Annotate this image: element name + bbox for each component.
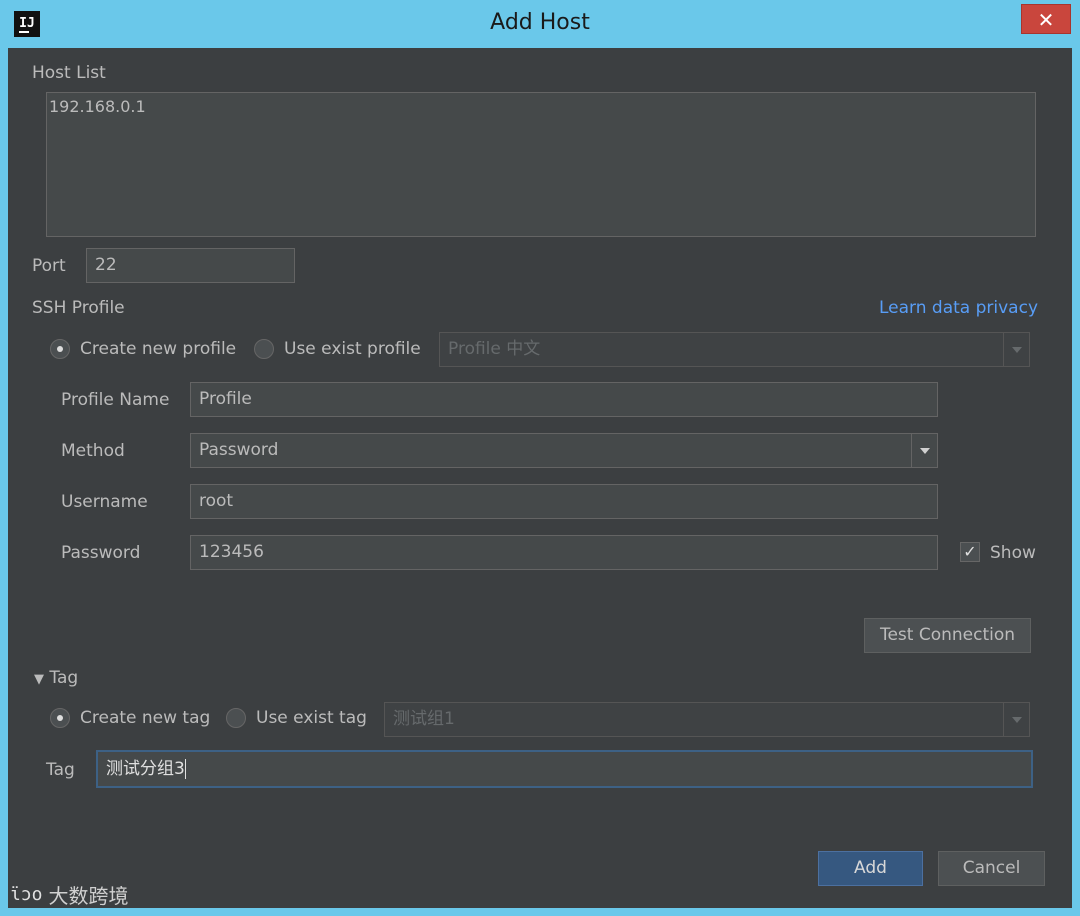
tag-value: 测试分组3 [106,759,185,779]
chevron-down-icon [1003,703,1029,736]
chevron-down-icon [911,434,937,467]
create-new-tag-radio[interactable] [50,708,70,728]
port-label: Port [32,256,66,276]
method-dropdown[interactable]: Password [190,433,938,468]
text-caret [184,759,186,779]
host-list-label: Host List [32,63,106,83]
chevron-down-icon [1003,333,1029,366]
exist-profile-dropdown[interactable]: Profile 中文 [439,332,1030,367]
username-value: root [199,491,234,511]
password-input[interactable]: 123456 [190,535,938,570]
port-input[interactable]: 22 [86,248,295,283]
exist-profile-value: Profile 中文 [448,339,541,359]
password-value: 123456 [199,542,264,562]
use-exist-tag-radio[interactable] [226,708,246,728]
tag-section-label: Tag [49,668,79,688]
use-exist-tag-label[interactable]: Use exist tag [256,708,367,728]
profile-name-label: Profile Name [61,390,170,410]
dialog-content: Host List 192.168.0.1 Port 22 SSH Profil… [8,48,1072,908]
port-value: 22 [95,255,117,275]
cancel-button[interactable]: Cancel [938,851,1045,886]
create-new-tag-label[interactable]: Create new tag [80,708,210,728]
title-bar[interactable]: IJ Add Host ✕ [0,0,1080,48]
watermark-text: 大数跨境 [48,884,129,908]
use-exist-profile-label[interactable]: Use exist profile [284,339,421,359]
host-list-textarea[interactable]: 192.168.0.1 [46,92,1036,237]
checkmark-icon: ✓ [963,542,977,561]
watermark-logo: ɩ̈ɔo [10,884,43,905]
add-button[interactable]: Add [818,851,923,886]
exist-tag-value: 测试组1 [393,709,455,729]
profile-name-value: Profile [199,389,252,409]
tag-label: Tag [46,760,75,780]
create-new-profile-radio[interactable] [50,339,70,359]
dialog-title: Add Host [490,10,590,35]
username-input[interactable]: root [190,484,938,519]
learn-data-privacy-link[interactable]: Learn data privacy [879,298,1038,318]
add-host-dialog: IJ Add Host ✕ Host List 192.168.0.1 Port… [0,0,1080,916]
watermark: ɩ̈ɔo 大数跨境 [10,880,129,909]
exist-tag-dropdown[interactable]: 测试组1 [384,702,1030,737]
test-connection-button[interactable]: Test Connection [864,618,1031,653]
method-label: Method [61,441,125,461]
tag-section-toggle[interactable]: ▼ Tag [34,668,78,688]
show-password-checkbox[interactable]: ✓ [960,542,980,562]
use-exist-profile-radio[interactable] [254,339,274,359]
method-value: Password [199,440,279,460]
create-new-profile-label[interactable]: Create new profile [80,339,236,359]
triangle-down-icon: ▼ [34,672,44,687]
host-list-value: 192.168.0.1 [49,97,146,116]
show-password-label[interactable]: Show [990,543,1036,563]
profile-name-input[interactable]: Profile [190,382,938,417]
ssh-profile-section-label: SSH Profile [32,298,125,318]
password-label: Password [61,543,141,563]
close-button[interactable]: ✕ [1021,4,1071,34]
tag-input[interactable]: 测试分组3 [96,750,1033,788]
username-label: Username [61,492,148,512]
